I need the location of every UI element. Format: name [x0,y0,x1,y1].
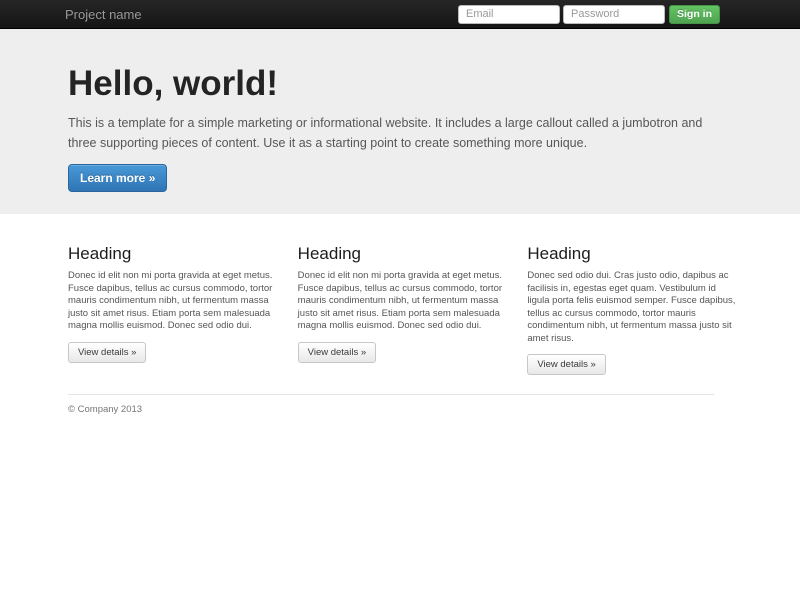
column-heading: Heading [297,244,361,263]
marketing-columns: Heading Donec id elit non mi porta gravi… [68,244,738,375]
jumbotron-container: Hello, world! This is a template for a s… [68,65,714,192]
column-body: Donec sed odio dui. Cras justo odio, dap… [527,270,736,344]
column-3: Heading Donec sed odio dui. Cras justo o… [527,244,738,375]
copyright-text: © Company 2013 [68,404,143,415]
column-body: Donec id elit non mi porta gravida at eg… [68,270,273,331]
learn-more-button[interactable]: Learn more » [68,164,168,192]
navbar: Project name Sign in [0,0,800,29]
main-content: Heading Donec id elit non mi porta gravi… [0,244,800,415]
column-heading: Heading [527,244,591,263]
footer-divider [68,394,714,395]
jumbotron-lead: This is a template for a simple marketin… [68,116,703,150]
column-2: Heading Donec id elit non mi porta gravi… [297,244,509,375]
brand-link[interactable]: Project name [65,7,142,22]
view-details-button-3[interactable]: View details » [527,354,606,375]
page-title: Hello, world! [68,64,278,103]
column-body: Donec id elit non mi porta gravida at eg… [297,270,503,331]
navbar-inner: Project name Sign in [65,0,720,28]
view-details-button-1[interactable]: View details » [68,341,147,363]
column-1: Heading Donec id elit non mi porta gravi… [68,244,279,375]
jumbotron: Hello, world! This is a template for a s… [0,29,800,214]
sign-in-button[interactable]: Sign in [669,4,720,24]
email-field[interactable] [458,4,560,24]
password-field[interactable] [563,4,665,24]
signin-form: Sign in [455,4,720,24]
column-heading: Heading [68,244,132,263]
footer: © Company 2013 [68,394,714,415]
view-details-button-2[interactable]: View details » [297,341,377,363]
